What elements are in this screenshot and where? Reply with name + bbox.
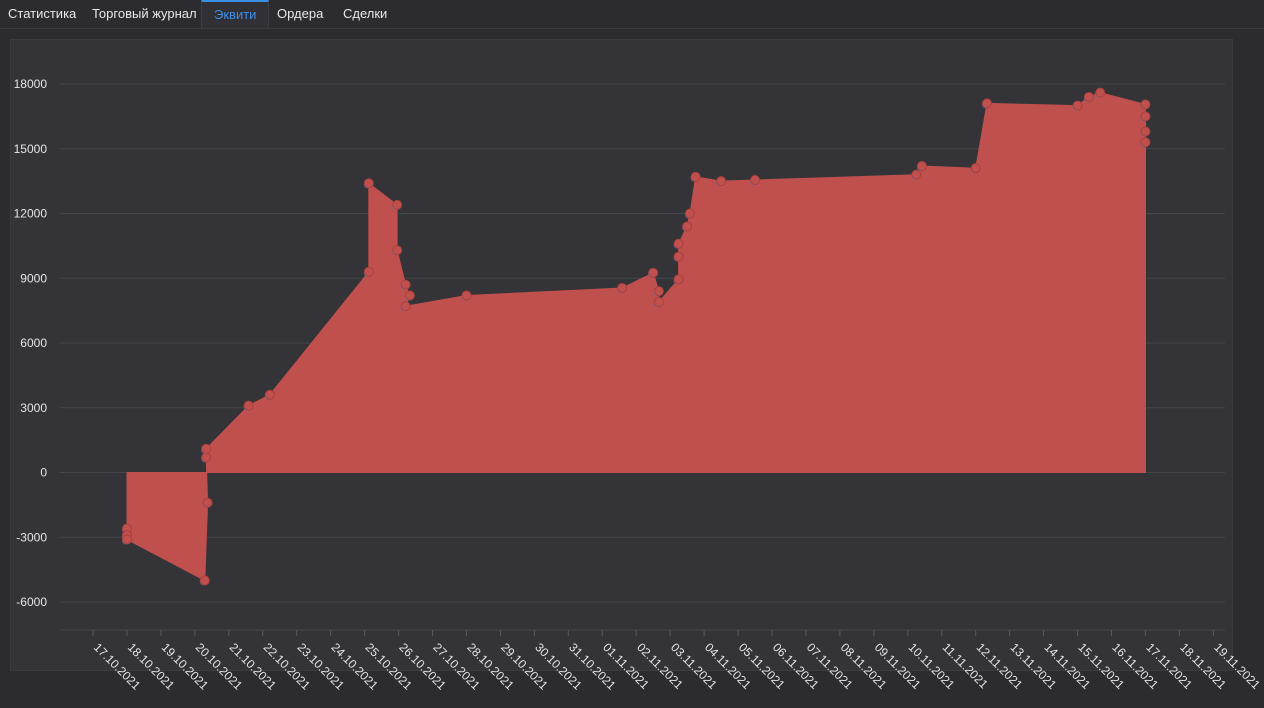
y-tick-label: 12000 (14, 207, 48, 221)
equity-point (970, 163, 981, 174)
equity-point (617, 282, 628, 293)
equity-point (653, 296, 664, 307)
equity-point (404, 290, 415, 301)
equity-point (673, 274, 684, 285)
equity-point (673, 238, 684, 249)
equity-point (673, 251, 684, 262)
equity-point (363, 266, 374, 277)
x-axis: 17.10.202118.10.202119.10.202120.10.2021… (60, 629, 1263, 693)
equity-area-series (126, 92, 1146, 582)
equity-point (1072, 100, 1083, 111)
y-tick-label: 6000 (20, 336, 47, 350)
equity-chart: -6000 -3000 0 3000 6000 9000 12000 15000 18000 1… (14, 77, 1264, 693)
equity-point (916, 161, 927, 172)
equity-point (982, 98, 993, 109)
y-tick-label: 0 (40, 466, 47, 480)
equity-point (392, 199, 403, 210)
equity-point (716, 176, 727, 187)
equity-point (1140, 137, 1151, 148)
y-tick-label: -6000 (16, 595, 47, 609)
equity-point (911, 169, 922, 180)
equity-point (653, 286, 664, 297)
equity-point (1095, 87, 1106, 98)
equity-point (750, 175, 761, 186)
equity-point (1140, 126, 1151, 137)
y-axis: -6000 -3000 0 3000 6000 9000 12000 15000 18000 (14, 77, 48, 609)
equity-point (392, 245, 403, 256)
equity-point (202, 497, 213, 508)
equity-area (126, 92, 1146, 582)
equity-point (243, 400, 254, 411)
y-tick-label: 18000 (14, 77, 48, 91)
equity-point (363, 178, 374, 189)
equity-point (1140, 111, 1151, 122)
y-tick-label: 15000 (14, 142, 48, 156)
equity-point (201, 452, 212, 463)
equity-point (648, 267, 659, 278)
equity-point (201, 443, 212, 454)
equity-point (682, 221, 693, 232)
equity-point (121, 534, 132, 545)
equity-point (264, 389, 275, 400)
equity-point (400, 279, 411, 290)
equity-point (1083, 91, 1094, 102)
y-tick-label: 3000 (20, 401, 47, 415)
equity-point (400, 301, 411, 312)
equity-point (461, 290, 472, 301)
y-tick-label: 9000 (20, 271, 47, 285)
equity-point (1140, 99, 1151, 110)
y-tick-label: -3000 (16, 530, 47, 544)
equity-point (690, 171, 701, 182)
equity-point (199, 575, 210, 586)
equity-point (684, 208, 695, 219)
